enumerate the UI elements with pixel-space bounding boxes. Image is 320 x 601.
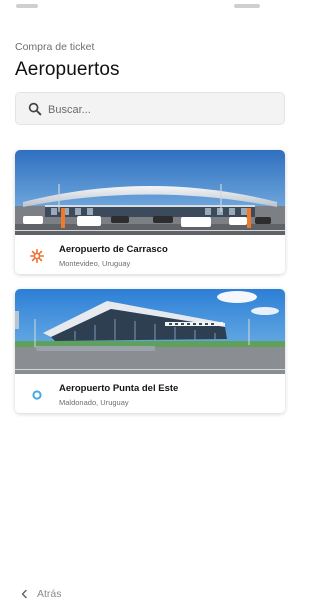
airport-card-carrasco[interactable]: Aeropuerto de Carrasco Montevideo, Urugu…: [15, 150, 285, 274]
airport-name: Aeropuerto Punta del Este: [59, 383, 179, 394]
airport-location: Montevideo, Uruguay: [59, 259, 131, 268]
search-input[interactable]: [46, 99, 270, 121]
airport-card-punta-del-este[interactable]: Aeropuerto Punta del Este Maldonado, Uru…: [15, 289, 285, 413]
airport-location: Maldonado, Uruguay: [59, 398, 129, 407]
sun-logo-icon: [30, 249, 44, 263]
circle-logo-icon: [32, 390, 42, 400]
search-icon: [28, 102, 42, 116]
back-button-label: Atrás: [37, 588, 62, 600]
page-subtitle: Compra de ticket: [15, 41, 95, 53]
airport-photo-punta-del-este: [15, 289, 285, 374]
status-bar-right-indicator: [234, 4, 260, 8]
status-bar: [0, 4, 274, 10]
back-button[interactable]: Atrás: [20, 587, 62, 601]
page-title: Aeropuertos: [15, 59, 120, 80]
status-bar-left-indicator: [16, 4, 38, 8]
chevron-left-icon: [21, 589, 27, 599]
search-bar[interactable]: [15, 92, 285, 125]
airport-photo-carrasco: [15, 150, 285, 235]
airport-name: Aeropuerto de Carrasco: [59, 244, 168, 255]
